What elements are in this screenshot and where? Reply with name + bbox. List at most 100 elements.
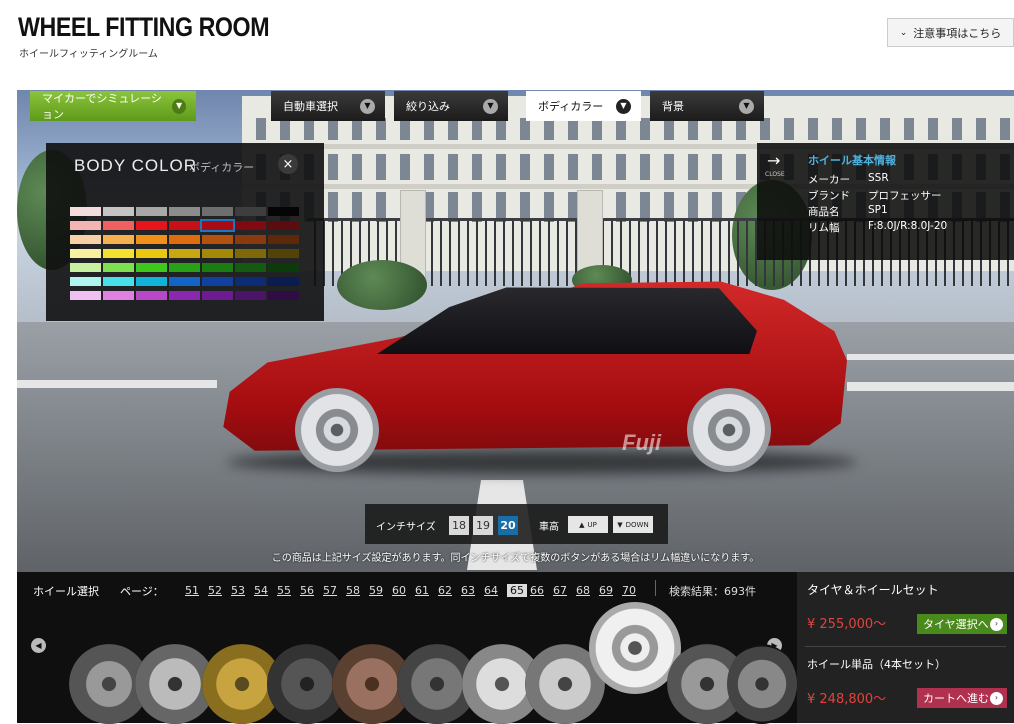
color-swatch[interactable] [169, 291, 200, 300]
color-swatch[interactable] [268, 291, 299, 300]
tab-filter[interactable]: 絞り込み ▼ [394, 91, 508, 121]
color-swatch[interactable] [70, 207, 101, 216]
page-link[interactable]: 57 [323, 584, 337, 597]
color-swatch[interactable] [103, 277, 134, 286]
color-swatch[interactable] [136, 249, 167, 258]
color-swatch[interactable] [169, 235, 200, 244]
color-swatch[interactable] [169, 249, 200, 258]
arrow-right-icon[interactable]: → [767, 151, 780, 170]
color-swatch[interactable] [169, 263, 200, 272]
color-swatch[interactable] [70, 235, 101, 244]
color-swatch[interactable] [169, 221, 200, 230]
inch-size-label: インチサイズ [376, 522, 436, 533]
page-link[interactable]: 69 [599, 584, 613, 597]
page-link[interactable]: 55 [277, 584, 291, 597]
color-swatch[interactable] [268, 249, 299, 258]
purchase-panel: タイヤ＆ホイールセット ¥ 255,000〜 タイヤ選択へ › ホイール単品（4… [797, 572, 1014, 723]
color-swatch[interactable] [235, 277, 266, 286]
color-swatch[interactable] [70, 263, 101, 272]
color-swatch[interactable] [136, 277, 167, 286]
close-link[interactable]: CLOSE [765, 171, 785, 178]
color-swatch[interactable] [235, 291, 266, 300]
color-swatch[interactable] [136, 221, 167, 230]
cart-button[interactable]: カートへ進む › [917, 688, 1007, 708]
height-up-button[interactable]: ▲ UP [568, 516, 608, 533]
color-swatch[interactable] [235, 249, 266, 258]
down-label: DOWN [625, 520, 649, 529]
page-link[interactable]: 60 [392, 584, 406, 597]
color-swatch[interactable] [235, 221, 266, 230]
my-car-simulation-button[interactable]: マイカーでシミュレーション ▼ [30, 91, 196, 121]
color-swatch[interactable] [202, 277, 233, 286]
tab-label: 絞り込み [406, 100, 450, 113]
chevron-down-icon: ▼ [739, 98, 754, 114]
color-swatch[interactable] [136, 291, 167, 300]
page-link[interactable]: 66 [530, 584, 544, 597]
color-swatch[interactable] [103, 263, 134, 272]
page-link[interactable]: 56 [300, 584, 314, 597]
page-link[interactable]: 65 [507, 584, 527, 597]
color-swatch[interactable] [169, 207, 200, 216]
color-swatch[interactable] [202, 235, 233, 244]
color-swatch[interactable] [200, 219, 235, 232]
color-swatch[interactable] [202, 291, 233, 300]
set-label: タイヤ＆ホイールセット [807, 583, 939, 597]
tab-body-color[interactable]: ボディカラー ▼ [526, 91, 641, 121]
page-link[interactable]: 58 [346, 584, 360, 597]
color-swatch-grid [70, 207, 302, 300]
tire-select-button[interactable]: タイヤ選択へ › [917, 614, 1007, 634]
car-window [377, 287, 757, 354]
notice-button[interactable]: ⌄ 注意事項はこちら [887, 18, 1014, 47]
color-swatch[interactable] [268, 207, 299, 216]
up-label: UP [587, 520, 597, 529]
color-swatch[interactable] [235, 207, 266, 216]
color-swatch[interactable] [103, 235, 134, 244]
inch-19-button[interactable]: 19 [473, 516, 493, 535]
page-link[interactable]: 54 [254, 584, 268, 597]
height-down-button[interactable]: ▼ DOWN [613, 516, 653, 533]
color-swatch[interactable] [169, 277, 200, 286]
page-link[interactable]: 63 [461, 584, 475, 597]
color-swatch[interactable] [235, 235, 266, 244]
page-link[interactable]: 52 [208, 584, 222, 597]
color-swatch[interactable] [136, 235, 167, 244]
color-swatch[interactable] [103, 221, 134, 230]
color-swatch[interactable] [70, 277, 101, 286]
wheel-info-title: ホイール基本情報 [808, 154, 896, 167]
chevron-right-icon: › [990, 691, 1003, 705]
inch-20-button[interactable]: 20 [498, 516, 518, 535]
color-swatch[interactable] [136, 263, 167, 272]
page-link[interactable]: 59 [369, 584, 383, 597]
prev-arrow-icon[interactable]: ◀ [31, 638, 46, 653]
color-swatch[interactable] [202, 207, 233, 216]
page-link[interactable]: 62 [438, 584, 452, 597]
color-swatch[interactable] [103, 291, 134, 300]
page-link[interactable]: 53 [231, 584, 245, 597]
color-swatch[interactable] [268, 221, 299, 230]
close-icon[interactable]: × [278, 154, 298, 174]
page-link[interactable]: 68 [576, 584, 590, 597]
color-swatch[interactable] [268, 235, 299, 244]
tab-background[interactable]: 背景 ▼ [650, 91, 764, 121]
color-swatch[interactable] [268, 263, 299, 272]
wheel-thumbnail[interactable] [727, 644, 797, 724]
color-swatch[interactable] [70, 291, 101, 300]
page-link[interactable]: 51 [185, 584, 199, 597]
chevron-down-icon: ▼ [483, 98, 498, 114]
color-swatch[interactable] [70, 221, 101, 230]
page-link[interactable]: 67 [553, 584, 567, 597]
color-swatch[interactable] [202, 249, 233, 258]
color-swatch[interactable] [136, 207, 167, 216]
page-link[interactable]: 64 [484, 584, 498, 597]
color-swatch[interactable] [268, 277, 299, 286]
tab-car-select[interactable]: 自動車選択 ▼ [271, 91, 385, 121]
color-swatch[interactable] [70, 249, 101, 258]
inch-18-button[interactable]: 18 [449, 516, 469, 535]
page-link[interactable]: 61 [415, 584, 429, 597]
color-swatch[interactable] [202, 263, 233, 272]
color-swatch[interactable] [235, 263, 266, 272]
single-price: ¥ 248,800〜 [807, 692, 887, 707]
color-swatch[interactable] [103, 249, 134, 258]
page-link[interactable]: 70 [622, 584, 636, 597]
color-swatch[interactable] [103, 207, 134, 216]
